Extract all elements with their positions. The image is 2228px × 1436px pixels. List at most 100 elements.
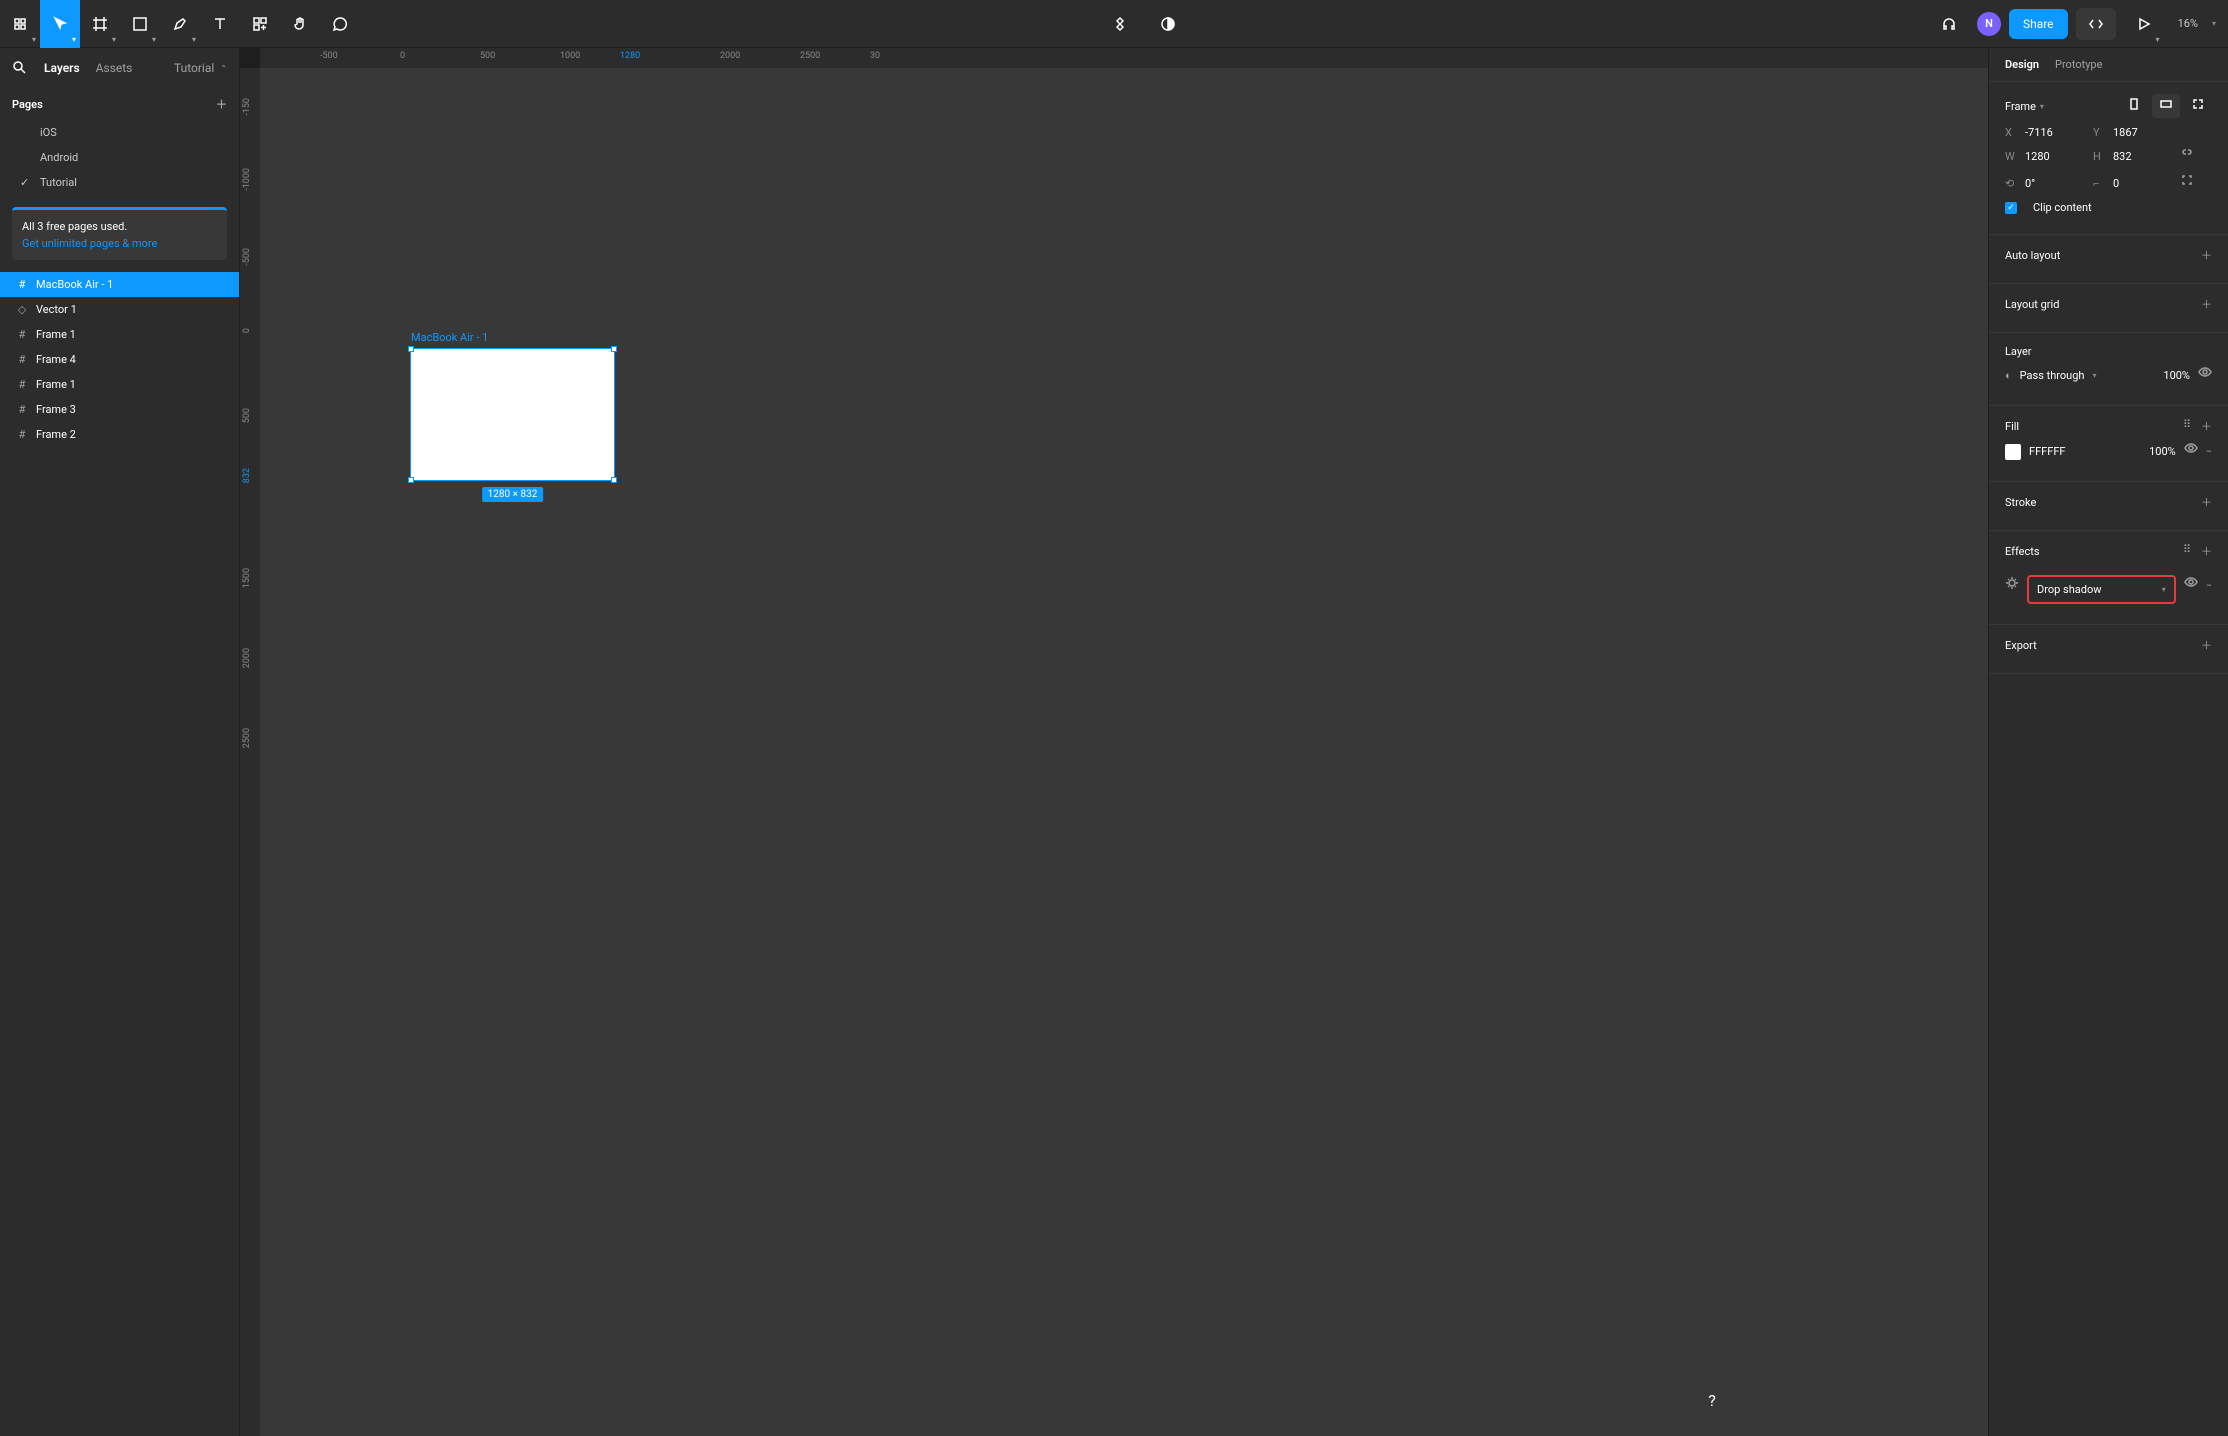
eye-icon — [2184, 576, 2198, 592]
resize-handle-se[interactable] — [611, 477, 617, 483]
main-menu-button[interactable] — [0, 0, 40, 48]
present-button[interactable] — [2124, 0, 2164, 48]
blend-mode-dropdown[interactable]: Pass through — [2020, 369, 2085, 382]
portrait-icon — [2128, 98, 2140, 114]
x-input[interactable] — [2025, 126, 2085, 139]
pen-tool-button[interactable] — [160, 0, 200, 48]
resources-button[interactable] — [240, 0, 280, 48]
assets-tab[interactable]: Assets — [96, 61, 133, 75]
prototype-tab[interactable]: Prototype — [2055, 58, 2102, 71]
canvas-area[interactable]: -500 0 500 1000 1280 2000 2500 30 -150 -… — [240, 48, 1988, 1436]
fill-color-swatch[interactable] — [2005, 444, 2021, 460]
add-layout-grid-button[interactable]: ＋ — [2201, 296, 2212, 312]
layer-macbook-air-1[interactable]: # MacBook Air - 1 — [0, 272, 239, 297]
y-input[interactable] — [2113, 126, 2173, 139]
comment-tool-button[interactable] — [320, 0, 360, 48]
page-item-tutorial[interactable]: Tutorial — [0, 170, 239, 195]
share-button[interactable]: Share — [2009, 9, 2068, 39]
add-effect-button[interactable]: ＋ — [2201, 543, 2212, 559]
effect-settings-button[interactable] — [2005, 576, 2019, 595]
layer-opacity-input[interactable]: 100% — [2163, 369, 2190, 382]
add-export-button[interactable]: ＋ — [2201, 637, 2212, 653]
effects-styles-button[interactable]: ⠿ — [2183, 543, 2191, 559]
height-input[interactable] — [2113, 150, 2173, 163]
remove-effect-button[interactable]: − — [2206, 579, 2212, 592]
remove-fill-button[interactable]: − — [2206, 445, 2212, 458]
zoom-level[interactable]: 16% — [2172, 17, 2204, 30]
hand-tool-button[interactable] — [280, 0, 320, 48]
add-stroke-button[interactable]: ＋ — [2201, 494, 2212, 510]
layer-frame-2[interactable]: # Frame 2 — [0, 422, 239, 447]
page-selector[interactable]: Tutorial — [174, 61, 214, 75]
resize-handle-ne[interactable] — [611, 346, 617, 352]
page-item-ios[interactable]: iOS — [0, 120, 239, 145]
vector-layer-icon: ◇ — [16, 304, 28, 316]
text-tool-button[interactable] — [200, 0, 240, 48]
frame-layer-icon: # — [16, 329, 28, 341]
fill-hex-input[interactable]: FFFFFF — [2029, 445, 2065, 458]
shape-tool-button[interactable] — [120, 0, 160, 48]
multiplayer-tools-button[interactable] — [1100, 0, 1140, 48]
add-fill-button[interactable]: ＋ — [2201, 418, 2212, 434]
fill-opacity-input[interactable]: 100% — [2149, 445, 2176, 458]
radius-input[interactable] — [2113, 177, 2173, 190]
frame-title-label[interactable]: MacBook Air - 1 — [411, 331, 488, 344]
clip-content-checkbox[interactable]: ✓ — [2005, 202, 2017, 214]
effect-type-dropdown[interactable]: Drop shadow — [2037, 583, 2101, 596]
add-page-button[interactable]: ＋ — [216, 96, 227, 112]
resize-handle-nw[interactable] — [408, 346, 414, 352]
layout-grid-header: Layout grid — [2005, 298, 2059, 311]
fill-styles-button[interactable]: ⠿ — [2183, 418, 2191, 434]
layer-label: Frame 4 — [36, 353, 76, 366]
upgrade-banner: All 3 free pages used. Get unlimited pag… — [12, 207, 227, 260]
page-item-android[interactable]: Android — [0, 145, 239, 170]
user-avatar[interactable]: N — [1977, 12, 2001, 36]
frame-layer-icon: # — [16, 354, 28, 366]
layer-frame-1a[interactable]: # Frame 1 — [0, 322, 239, 347]
headphones-icon — [1941, 16, 1957, 32]
layer-visibility-button[interactable] — [2198, 366, 2212, 385]
hand-icon — [292, 16, 308, 32]
width-input[interactable] — [2025, 150, 2085, 163]
design-tab[interactable]: Design — [2005, 58, 2039, 71]
fill-visibility-button[interactable] — [2184, 442, 2198, 461]
right-panel: Design Prototype Frame ▾ — [1988, 48, 2228, 1436]
frame-tool-button[interactable] — [80, 0, 120, 48]
search-icon[interactable] — [12, 60, 28, 76]
layer-frame-1b[interactable]: # Frame 1 — [0, 372, 239, 397]
dark-mode-button[interactable] — [1148, 0, 1188, 48]
resources-icon — [252, 16, 268, 32]
constrain-proportions-button[interactable] — [2181, 147, 2193, 166]
help-button[interactable]: ? — [1696, 1384, 1728, 1416]
move-tool-button[interactable] — [40, 0, 80, 48]
left-panel: Layers Assets Tutorial ⌃ Pages ＋ iOS And… — [0, 48, 240, 1436]
dev-mode-button[interactable] — [2076, 8, 2116, 40]
zoom-chevron-icon[interactable]: ▾ — [2212, 19, 2216, 28]
layer-frame-3[interactable]: # Frame 3 — [0, 397, 239, 422]
add-auto-layout-button[interactable]: ＋ — [2201, 247, 2212, 263]
resize-handle-sw[interactable] — [408, 477, 414, 483]
audio-button[interactable] — [1929, 0, 1969, 48]
radius-icon: ⌐ — [2093, 177, 2105, 190]
upgrade-link[interactable]: Get unlimited pages & more — [22, 237, 217, 250]
h-label: H — [2093, 150, 2105, 163]
layer-label: Frame 3 — [36, 403, 76, 416]
selected-frame[interactable]: MacBook Air - 1 1280 × 832 — [410, 348, 615, 481]
frame-icon — [92, 16, 108, 32]
rotation-input[interactable] — [2025, 177, 2085, 190]
chevron-down-icon: ▾ — [2040, 102, 2044, 111]
code-icon — [2088, 16, 2104, 32]
rotation-icon: ⟲ — [2005, 177, 2017, 190]
effect-visibility-button[interactable] — [2184, 576, 2198, 595]
layer-vector-1[interactable]: ◇ Vector 1 — [0, 297, 239, 322]
landscape-mode-button[interactable] — [2152, 94, 2180, 118]
fit-icon — [2192, 98, 2204, 114]
resize-fit-button[interactable] — [2184, 94, 2212, 118]
pages-header: Pages — [12, 98, 43, 111]
chevron-up-icon: ⌃ — [220, 64, 227, 73]
layer-frame-4[interactable]: # Frame 4 — [0, 347, 239, 372]
independent-corners-button[interactable] — [2181, 174, 2193, 193]
portrait-mode-button[interactable] — [2120, 94, 2148, 118]
frame-preset-dropdown[interactable]: Frame — [2005, 100, 2036, 113]
layers-tab[interactable]: Layers — [44, 61, 80, 75]
